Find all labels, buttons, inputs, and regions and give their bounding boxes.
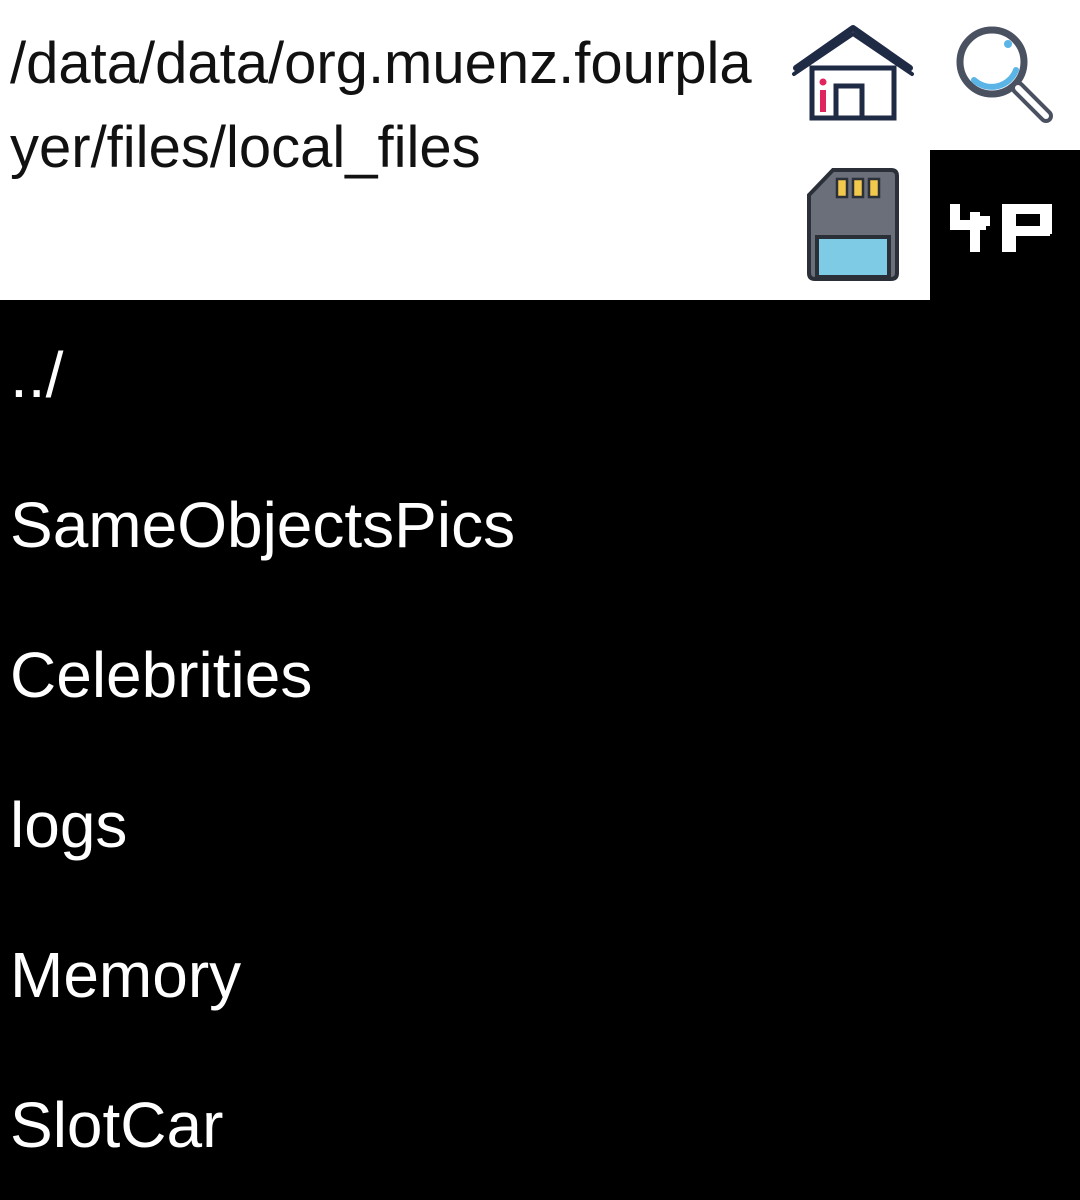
list-item-folder[interactable]: Memory: [0, 900, 1080, 1050]
list-item-folder[interactable]: Celebrities: [0, 600, 1080, 750]
current-path-label: /data/data/org.muenz.fourplayer/files/lo…: [10, 31, 752, 180]
home-icon: [792, 25, 914, 121]
list-item-parent-dir[interactable]: ../: [0, 300, 1080, 450]
magnifier-icon: [956, 26, 1053, 123]
sd-card-icon: [807, 168, 899, 281]
4p-logo-icon: [950, 204, 1052, 252]
app-root: /data/data/org.muenz.fourplayer/files/lo…: [0, 0, 1080, 1200]
file-list: ../ SameObjectsPics Celebrities logs Mem…: [0, 300, 1080, 1200]
list-item-folder[interactable]: SlotCar: [0, 1050, 1080, 1200]
search-button[interactable]: [948, 20, 1060, 130]
list-item-folder[interactable]: logs: [0, 750, 1080, 900]
home-button[interactable]: [790, 20, 916, 126]
list-item-folder[interactable]: SameObjectsPics: [0, 450, 1080, 600]
app-logo-button[interactable]: [940, 190, 1065, 260]
sd-card-button[interactable]: [805, 165, 901, 283]
